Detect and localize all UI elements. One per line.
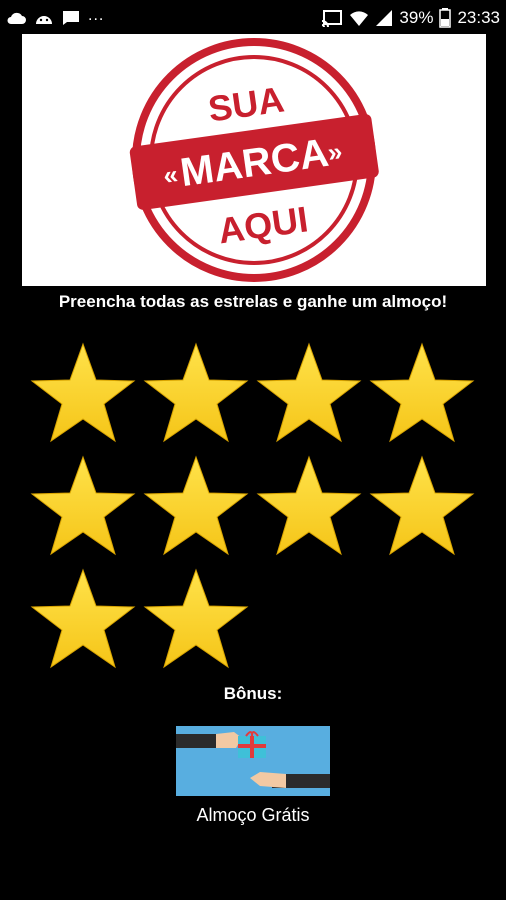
- battery-level: 39%: [399, 8, 434, 27]
- star-icon[interactable]: [367, 340, 477, 450]
- brand-bottom-text: AQUI: [216, 198, 311, 251]
- star-icon[interactable]: [28, 340, 138, 450]
- status-bar: ... 39% 23:33: [0, 0, 506, 36]
- bonus-card[interactable]: [176, 726, 330, 796]
- overflow-indicator: ...: [88, 7, 105, 24]
- star-icon[interactable]: [141, 566, 251, 676]
- message-icon: [63, 11, 79, 25]
- star-icon[interactable]: [141, 453, 251, 563]
- bonus-caption: Almoço Grátis: [196, 805, 310, 825]
- wifi-icon: [350, 11, 369, 26]
- cloud-icon: [7, 12, 26, 24]
- battery-icon: [439, 8, 452, 28]
- brand-banner: MARCA « » SUA AQUI: [22, 34, 486, 286]
- signal-icon: [376, 10, 393, 26]
- star-icon[interactable]: [254, 340, 364, 450]
- brand-top-text: SUA: [206, 78, 287, 129]
- gift-exchange-icon: [176, 726, 330, 796]
- star-icon[interactable]: [254, 453, 364, 563]
- cast-icon: [322, 10, 343, 27]
- promo-message: Preencha todas as estrelas e ganhe um al…: [58, 292, 448, 311]
- bonus-label: Bônus:: [223, 684, 283, 703]
- android-icon: [36, 16, 52, 24]
- star-icon[interactable]: [28, 453, 138, 563]
- clock: 23:33: [457, 8, 500, 27]
- star-icon[interactable]: [141, 340, 251, 450]
- star-icon[interactable]: [28, 566, 138, 676]
- brand-stamp-logo: MARCA « » SUA AQUI: [129, 38, 379, 282]
- star-icon[interactable]: [367, 453, 477, 563]
